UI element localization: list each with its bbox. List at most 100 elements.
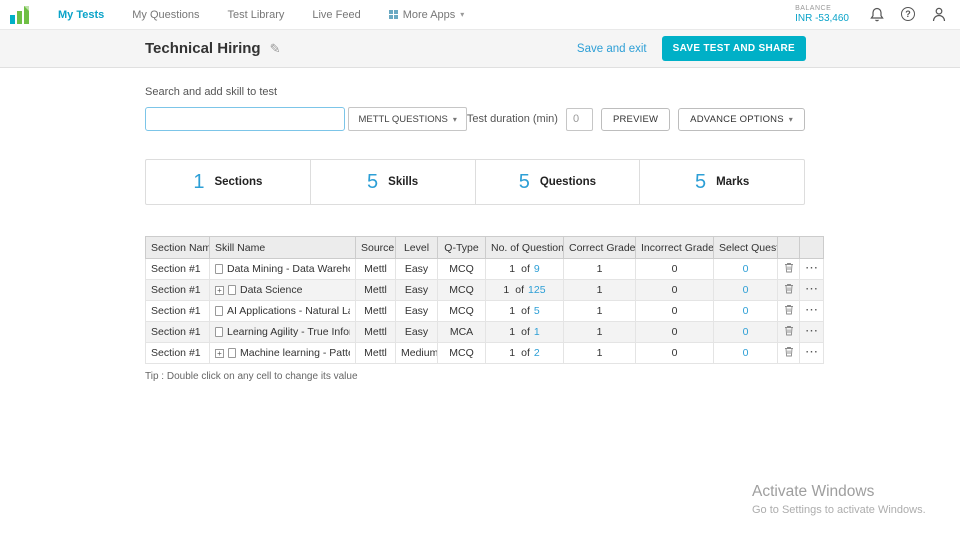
source-cell[interactable]: Mettl bbox=[355, 258, 396, 280]
nav-more-apps[interactable]: More Apps ▾ bbox=[388, 9, 464, 21]
delete-cell[interactable] bbox=[777, 342, 800, 364]
mettl-questions-dropdown[interactable]: METTL QUESTIONS ▾ bbox=[348, 107, 467, 131]
trash-icon[interactable] bbox=[784, 304, 794, 315]
select-question-link[interactable]: 0 bbox=[743, 347, 749, 359]
notifications-button[interactable] bbox=[870, 7, 884, 22]
edit-title-icon[interactable]: ✎ bbox=[270, 41, 281, 57]
summary-questions: 5 Questions bbox=[474, 160, 640, 204]
expand-plus-icon[interactable]: + bbox=[215, 285, 224, 295]
skill-cell[interactable]: Learning Agility - True Infor bbox=[209, 321, 356, 343]
correct-grade-cell[interactable]: 1 bbox=[563, 258, 636, 280]
correct-grade-cell[interactable]: 1 bbox=[563, 279, 636, 301]
nav-my-questions[interactable]: My Questions bbox=[132, 9, 199, 21]
level-cell[interactable]: Medium bbox=[395, 342, 438, 364]
qtype-cell[interactable]: MCQ bbox=[437, 300, 486, 322]
question-count[interactable]: 1 bbox=[503, 284, 509, 296]
nav-live-feed[interactable]: Live Feed bbox=[312, 9, 360, 21]
delete-cell[interactable] bbox=[777, 321, 800, 343]
save-test-and-share-button[interactable]: SAVE TEST AND SHARE bbox=[661, 36, 806, 61]
source-cell[interactable]: Mettl bbox=[355, 342, 396, 364]
preview-button[interactable]: PREVIEW bbox=[600, 107, 671, 131]
save-and-exit-link[interactable]: Save and exit bbox=[577, 43, 647, 55]
select-question-cell[interactable]: 0 bbox=[713, 342, 778, 364]
incorrect-grade-cell[interactable]: 0 bbox=[635, 258, 714, 280]
source-cell[interactable]: Mettl bbox=[355, 321, 396, 343]
section-cell[interactable]: Section #1 bbox=[145, 321, 210, 343]
trash-icon[interactable] bbox=[784, 283, 794, 294]
skill-cell[interactable]: Data Mining - Data Warehou bbox=[209, 258, 356, 280]
trash-icon[interactable] bbox=[784, 346, 794, 357]
level-cell[interactable]: Easy bbox=[395, 258, 438, 280]
question-count[interactable]: 1 bbox=[509, 326, 515, 338]
delete-cell[interactable] bbox=[777, 258, 800, 280]
qtype-cell[interactable]: MCQ bbox=[437, 279, 486, 301]
question-total-link[interactable]: 9 bbox=[534, 263, 540, 275]
question-count[interactable]: 1 bbox=[509, 263, 515, 275]
nav-my-tests[interactable]: My Tests bbox=[58, 9, 104, 21]
select-question-cell[interactable]: 0 bbox=[713, 300, 778, 322]
trash-icon[interactable] bbox=[784, 325, 794, 336]
ellipsis-icon[interactable]: ⋯ bbox=[805, 260, 819, 275]
help-button[interactable]: ? bbox=[901, 7, 915, 22]
section-cell[interactable]: Section #1 bbox=[145, 279, 210, 301]
delete-cell[interactable] bbox=[777, 300, 800, 322]
more-cell[interactable]: ⋯ bbox=[799, 300, 824, 322]
qtype-cell[interactable]: MCA bbox=[437, 321, 486, 343]
more-cell[interactable]: ⋯ bbox=[799, 321, 824, 343]
skill-cell[interactable]: + Data Science bbox=[209, 279, 356, 301]
test-duration-input[interactable] bbox=[565, 107, 593, 131]
more-cell[interactable]: ⋯ bbox=[799, 279, 824, 301]
level-cell[interactable]: Easy bbox=[395, 300, 438, 322]
skill-cell[interactable]: + Machine learning - Pattern R bbox=[209, 342, 356, 364]
incorrect-grade-cell[interactable]: 0 bbox=[635, 279, 714, 301]
profile-button[interactable] bbox=[932, 7, 946, 22]
questions-cell[interactable]: 1 of 125 bbox=[485, 279, 564, 301]
source-cell[interactable]: Mettl bbox=[355, 300, 396, 322]
correct-grade-cell[interactable]: 1 bbox=[563, 300, 636, 322]
correct-grade-cell[interactable]: 1 bbox=[563, 321, 636, 343]
questions-cell[interactable]: 1 of 5 bbox=[485, 300, 564, 322]
section-cell[interactable]: Section #1 bbox=[145, 258, 210, 280]
level-cell[interactable]: Easy bbox=[395, 279, 438, 301]
question-count[interactable]: 1 bbox=[509, 347, 515, 359]
select-question-link[interactable]: 0 bbox=[743, 284, 749, 296]
incorrect-grade-cell[interactable]: 0 bbox=[635, 321, 714, 343]
incorrect-grade-cell[interactable]: 0 bbox=[635, 300, 714, 322]
section-cell[interactable]: Section #1 bbox=[145, 300, 210, 322]
skill-search-input[interactable] bbox=[145, 107, 346, 131]
correct-grade-cell[interactable]: 1 bbox=[563, 342, 636, 364]
select-question-link[interactable]: 0 bbox=[743, 326, 749, 338]
incorrect-grade-cell[interactable]: 0 bbox=[635, 342, 714, 364]
select-question-link[interactable]: 0 bbox=[743, 263, 749, 275]
ellipsis-icon[interactable]: ⋯ bbox=[805, 323, 819, 338]
qtype-cell[interactable]: MCQ bbox=[437, 342, 486, 364]
qtype-cell[interactable]: MCQ bbox=[437, 258, 486, 280]
level-cell[interactable]: Easy bbox=[395, 321, 438, 343]
ellipsis-icon[interactable]: ⋯ bbox=[805, 344, 819, 359]
nav-test-library[interactable]: Test Library bbox=[228, 9, 285, 21]
more-cell[interactable]: ⋯ bbox=[799, 258, 824, 280]
select-question-cell[interactable]: 0 bbox=[713, 321, 778, 343]
trash-icon[interactable] bbox=[784, 262, 794, 273]
question-total-link[interactable]: 5 bbox=[534, 305, 540, 317]
question-total-link[interactable]: 1 bbox=[534, 326, 540, 338]
delete-cell[interactable] bbox=[777, 279, 800, 301]
select-question-cell[interactable]: 0 bbox=[713, 258, 778, 280]
select-question-cell[interactable]: 0 bbox=[713, 279, 778, 301]
question-total-link[interactable]: 125 bbox=[528, 284, 546, 296]
ellipsis-icon[interactable]: ⋯ bbox=[805, 281, 819, 296]
questions-cell[interactable]: 1 of 9 bbox=[485, 258, 564, 280]
questions-cell[interactable]: 1 of 1 bbox=[485, 321, 564, 343]
mettl-logo[interactable] bbox=[10, 5, 32, 24]
select-question-link[interactable]: 0 bbox=[743, 305, 749, 317]
source-cell[interactable]: Mettl bbox=[355, 279, 396, 301]
section-cell[interactable]: Section #1 bbox=[145, 342, 210, 364]
advance-options-dropdown[interactable]: ADVANCE OPTIONS ▾ bbox=[678, 107, 805, 131]
ellipsis-icon[interactable]: ⋯ bbox=[805, 302, 819, 317]
questions-cell[interactable]: 1 of 2 bbox=[485, 342, 564, 364]
question-total-link[interactable]: 2 bbox=[534, 347, 540, 359]
question-count[interactable]: 1 bbox=[509, 305, 515, 317]
expand-plus-icon[interactable]: + bbox=[215, 348, 224, 358]
more-cell[interactable]: ⋯ bbox=[799, 342, 824, 364]
skill-cell[interactable]: AI Applications - Natural Lan bbox=[209, 300, 356, 322]
